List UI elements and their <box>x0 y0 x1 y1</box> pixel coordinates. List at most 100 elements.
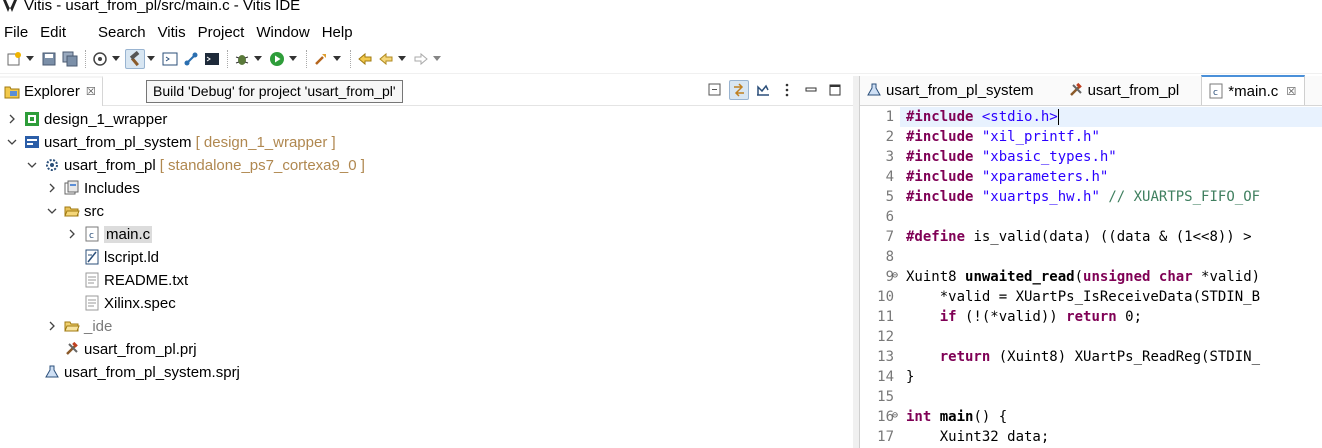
console-icon[interactable] <box>160 49 180 69</box>
code-token: #include <box>906 129 974 145</box>
chevron-down-icon[interactable] <box>26 159 38 171</box>
collapse-all-icon[interactable] <box>705 80 725 100</box>
chevron-right-icon[interactable] <box>6 113 18 125</box>
menu-edit[interactable]: Edit <box>36 24 94 41</box>
tree-item-label: main.c <box>104 225 153 243</box>
tree-item[interactable]: src <box>46 200 104 222</box>
debug-icon[interactable] <box>232 49 252 69</box>
terminal-icon[interactable] <box>202 49 222 69</box>
editor-area: usart_from_pl_system usart_from_pl c *main.… <box>859 75 1322 448</box>
tree-item-label: design_1_wrapper <box>44 110 168 128</box>
toolbar-separator <box>306 49 307 68</box>
menu-bar: File Edit Search Vitis Project Window He… <box>0 20 1322 44</box>
tree-item-label: usart_from_pl.prj <box>84 340 197 358</box>
tree-item[interactable]: usart_from_pl.prj <box>46 338 197 360</box>
toolbar-separator <box>350 49 351 68</box>
line-number: 6 <box>885 209 894 225</box>
code-token: *valid) <box>1192 269 1261 285</box>
build-hammer-icon[interactable] <box>125 48 145 69</box>
view-menu-icon[interactable] <box>777 80 797 100</box>
chevron-right-icon[interactable] <box>46 320 58 332</box>
back-dropdown-icon[interactable] <box>397 49 407 69</box>
chevron-right-icon[interactable] <box>46 182 58 194</box>
target-dropdown-icon[interactable] <box>111 49 121 69</box>
code-editor[interactable]: 1 2 3 4 5 6 7 8 9 ⊖ 10 11 12 13 14 15 16 ⊖ 17 #include <st… <box>860 107 1322 448</box>
fold-icon[interactable]: ⊖ <box>892 270 898 281</box>
run-dropdown-icon[interactable] <box>288 49 298 69</box>
code-token: "xparameters.h" <box>981 169 1109 185</box>
prev-edit-icon[interactable] <box>355 49 375 69</box>
fold-icon[interactable]: ⊖ <box>892 410 898 421</box>
tree-item[interactable]: _ide <box>46 315 112 337</box>
explorer-icon <box>4 86 20 98</box>
tree-item[interactable]: usart_from_pl_system.sprj <box>26 361 240 383</box>
code-token: "xbasic_types.h" <box>981 149 1117 165</box>
line-number: 3 <box>885 149 894 165</box>
code-line: return (Xuint8) XUartPs_ReadReg(STDIN_ <box>906 347 1260 367</box>
menu-search[interactable]: Search <box>94 24 154 41</box>
back-icon[interactable] <box>376 49 396 69</box>
tree-item[interactable]: Includes <box>46 177 140 199</box>
code-line: Xuint8 unwaited_read(unsigned char *vali… <box>906 267 1260 287</box>
menu-help[interactable]: Help <box>318 24 361 41</box>
line-number: 17 <box>877 429 894 445</box>
connect-icon[interactable] <box>181 49 201 69</box>
text-file-icon <box>84 295 100 311</box>
editor-tab[interactable]: usart_from_pl <box>1042 75 1188 105</box>
save-icon[interactable] <box>39 49 59 69</box>
tree-item[interactable]: usart_from_pl_system[ design_1_wrapper ] <box>6 131 336 153</box>
code-token: *valid = XUartPs_IsReceiveData(STDIN_B <box>906 289 1261 305</box>
explorer-view-actions <box>701 80 845 100</box>
maximize-icon[interactable] <box>825 80 845 100</box>
launch-dropdown-icon[interactable] <box>332 49 342 69</box>
debug-dropdown-icon[interactable] <box>253 49 263 69</box>
tree-item[interactable]: Xilinx.spec <box>66 292 176 314</box>
tree-item[interactable]: design_1_wrapper <box>6 108 167 130</box>
code-line: #include "xil_printf.h" <box>906 127 1100 147</box>
close-icon[interactable]: ☒ <box>86 85 96 98</box>
new-icon[interactable] <box>4 49 24 69</box>
editor-tab[interactable]: c *main.c ☒ <box>1201 75 1306 105</box>
build-dropdown-icon[interactable] <box>146 49 156 69</box>
tree-item[interactable]: README.txt <box>66 269 188 291</box>
tree-item-label: Includes <box>84 179 140 197</box>
line-number: 10 <box>877 289 894 305</box>
code-token: } <box>906 369 915 385</box>
code-line: #include <stdio.h> <box>906 107 1059 127</box>
folder-icon <box>64 318 80 334</box>
forward-icon[interactable] <box>411 49 431 69</box>
run-icon[interactable] <box>267 49 287 69</box>
chevron-down-icon[interactable] <box>6 136 18 148</box>
menu-vitis[interactable]: Vitis <box>154 24 194 41</box>
tree-item[interactable]: lscript.ld <box>66 246 159 268</box>
close-icon[interactable]: ☒ <box>1286 85 1296 98</box>
tree-item[interactable]: usart_from_pl[ standalone_ps7_cortexa9_0… <box>26 154 365 176</box>
chevron-down-icon[interactable] <box>46 205 58 217</box>
filter-icon[interactable] <box>753 80 773 100</box>
save-all-icon[interactable] <box>60 49 80 69</box>
tab-explorer[interactable]: Explorer ☒ <box>0 75 103 106</box>
tree-item[interactable]: c main.c <box>66 223 153 245</box>
includes-icon <box>64 180 80 196</box>
target-icon[interactable] <box>90 49 110 69</box>
minimize-icon[interactable] <box>801 80 821 100</box>
folder-open-icon <box>64 203 80 219</box>
menu-project[interactable]: Project <box>194 24 253 41</box>
c-file-icon: c <box>84 226 100 242</box>
chevron-right-icon[interactable] <box>66 228 78 240</box>
svg-text:c: c <box>89 231 94 241</box>
launch-icon[interactable] <box>311 49 331 69</box>
forward-dropdown-icon[interactable] <box>432 49 442 69</box>
code-token: unwaited_read <box>965 269 1075 285</box>
new-dropdown-icon[interactable] <box>25 49 35 69</box>
code-token: "xuartps_hw.h" <box>981 189 1100 205</box>
linker-script-icon <box>84 249 100 265</box>
code-token: #define <box>906 229 966 245</box>
menu-window[interactable]: Window <box>252 24 317 41</box>
editor-tab[interactable]: usart_from_pl_system <box>860 75 1042 105</box>
menu-file[interactable]: File <box>0 24 36 41</box>
link-with-editor-icon[interactable] <box>729 80 749 100</box>
